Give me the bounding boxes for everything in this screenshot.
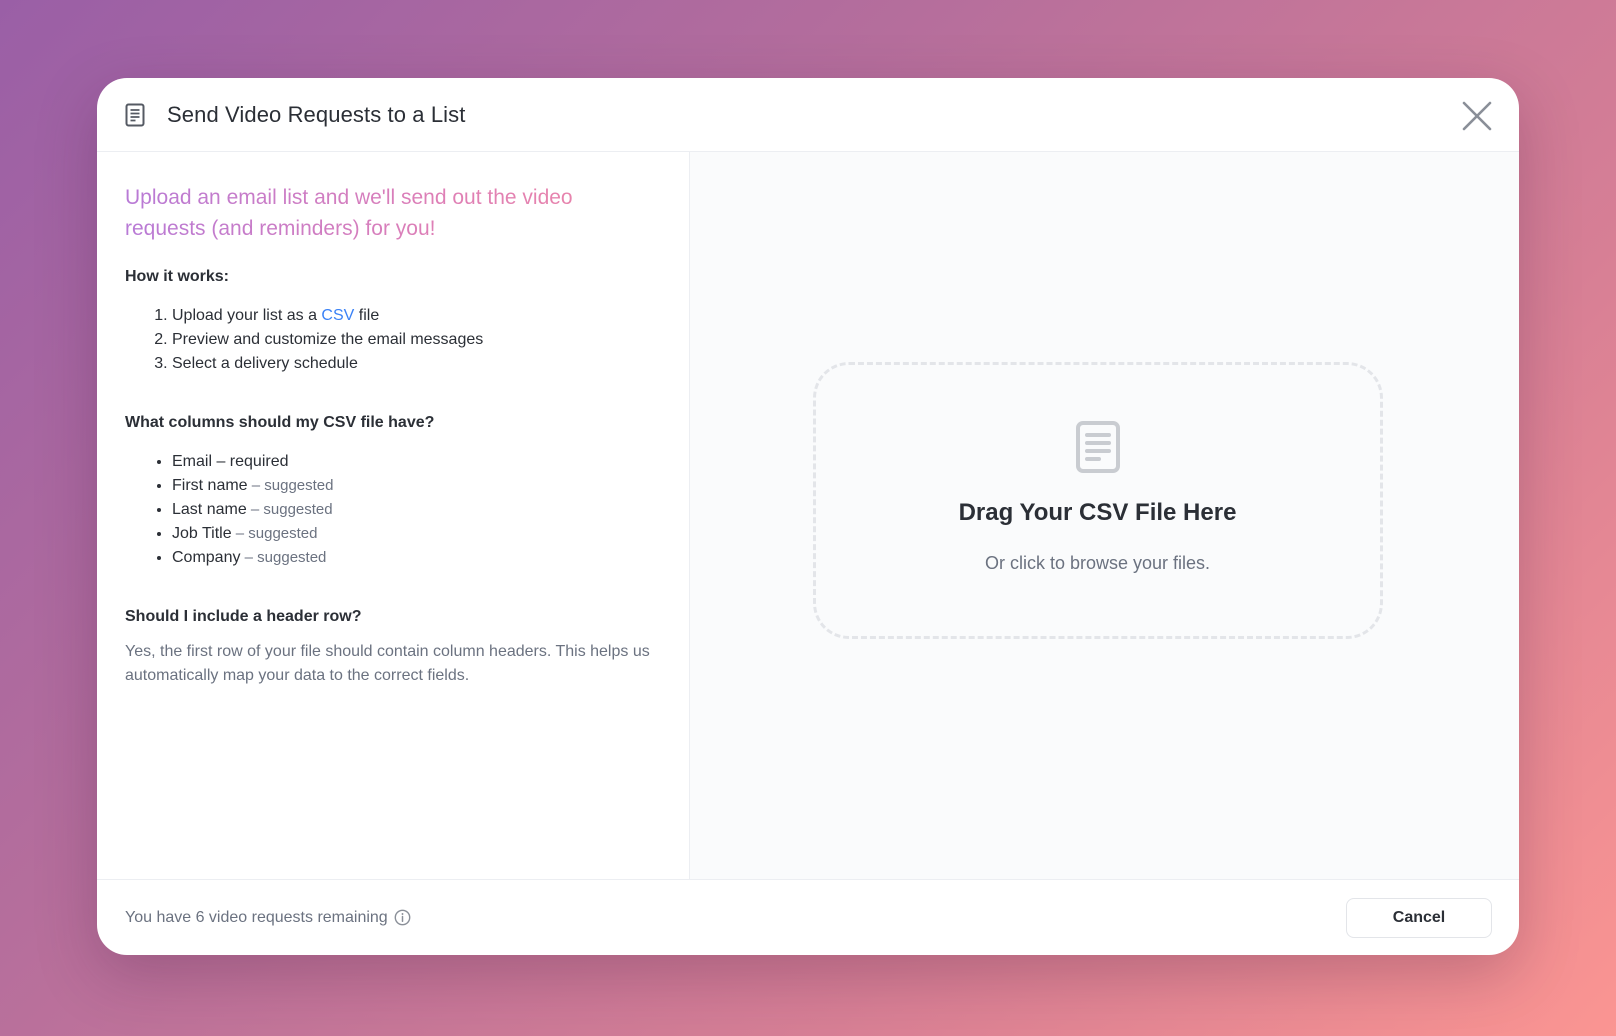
- csv-link[interactable]: CSV: [321, 307, 354, 324]
- dropzone-title: Drag Your CSV File Here: [958, 498, 1237, 526]
- list-item: Preview and customize the email messages: [172, 328, 661, 352]
- list-item: Select a delivery schedule: [172, 352, 661, 376]
- columns-title: What columns should my CSV file have?: [125, 414, 435, 431]
- columns-list: Email – required First name – suggested …: [125, 450, 661, 570]
- dropzone-subtitle: Or click to browse your files.: [984, 552, 1211, 573]
- list-item: Company – suggested: [172, 546, 661, 570]
- list-item: Email – required: [172, 450, 661, 474]
- remaining-text: You have 6 video requests remaining: [125, 908, 388, 926]
- dialog-title: Send Video Requests to a List: [167, 101, 466, 127]
- how-it-works-title: How it works:: [125, 268, 230, 285]
- document-icon: [125, 102, 147, 128]
- dialog-header: Send Video Requests to a List: [97, 78, 1519, 152]
- remaining-requests: You have 6 video requests remaining: [125, 909, 411, 927]
- info-icon[interactable]: [394, 909, 411, 926]
- header-row-title: Should I include a header row?: [125, 608, 362, 625]
- close-button[interactable]: [1457, 96, 1497, 136]
- list-item: Job Title – suggested: [172, 522, 661, 546]
- steps-list: Upload your list as a CSV file Preview a…: [125, 304, 661, 376]
- headline: Upload an email list and we'll send out …: [125, 182, 645, 244]
- instructions-panel: Upload an email list and we'll send out …: [97, 152, 690, 879]
- cancel-button[interactable]: Cancel: [1346, 897, 1492, 938]
- upload-panel: Drag Your CSV File Here Or click to brow…: [690, 152, 1519, 879]
- csv-dropzone[interactable]: Drag Your CSV File Here Or click to brow…: [812, 362, 1383, 639]
- list-item: Upload your list as a CSV file: [172, 304, 661, 328]
- list-item: Last name – suggested: [172, 498, 661, 522]
- send-video-requests-dialog: Send Video Requests to a List Upload an …: [97, 78, 1519, 955]
- document-icon: [1075, 420, 1121, 479]
- dialog-footer: You have 6 video requests remaining Canc…: [97, 879, 1519, 955]
- header-row-description: Yes, the first row of your file should c…: [125, 643, 650, 684]
- list-item: First name – suggested: [172, 474, 661, 498]
- close-icon: [1462, 101, 1492, 131]
- dialog-body: Upload an email list and we'll send out …: [97, 152, 1519, 879]
